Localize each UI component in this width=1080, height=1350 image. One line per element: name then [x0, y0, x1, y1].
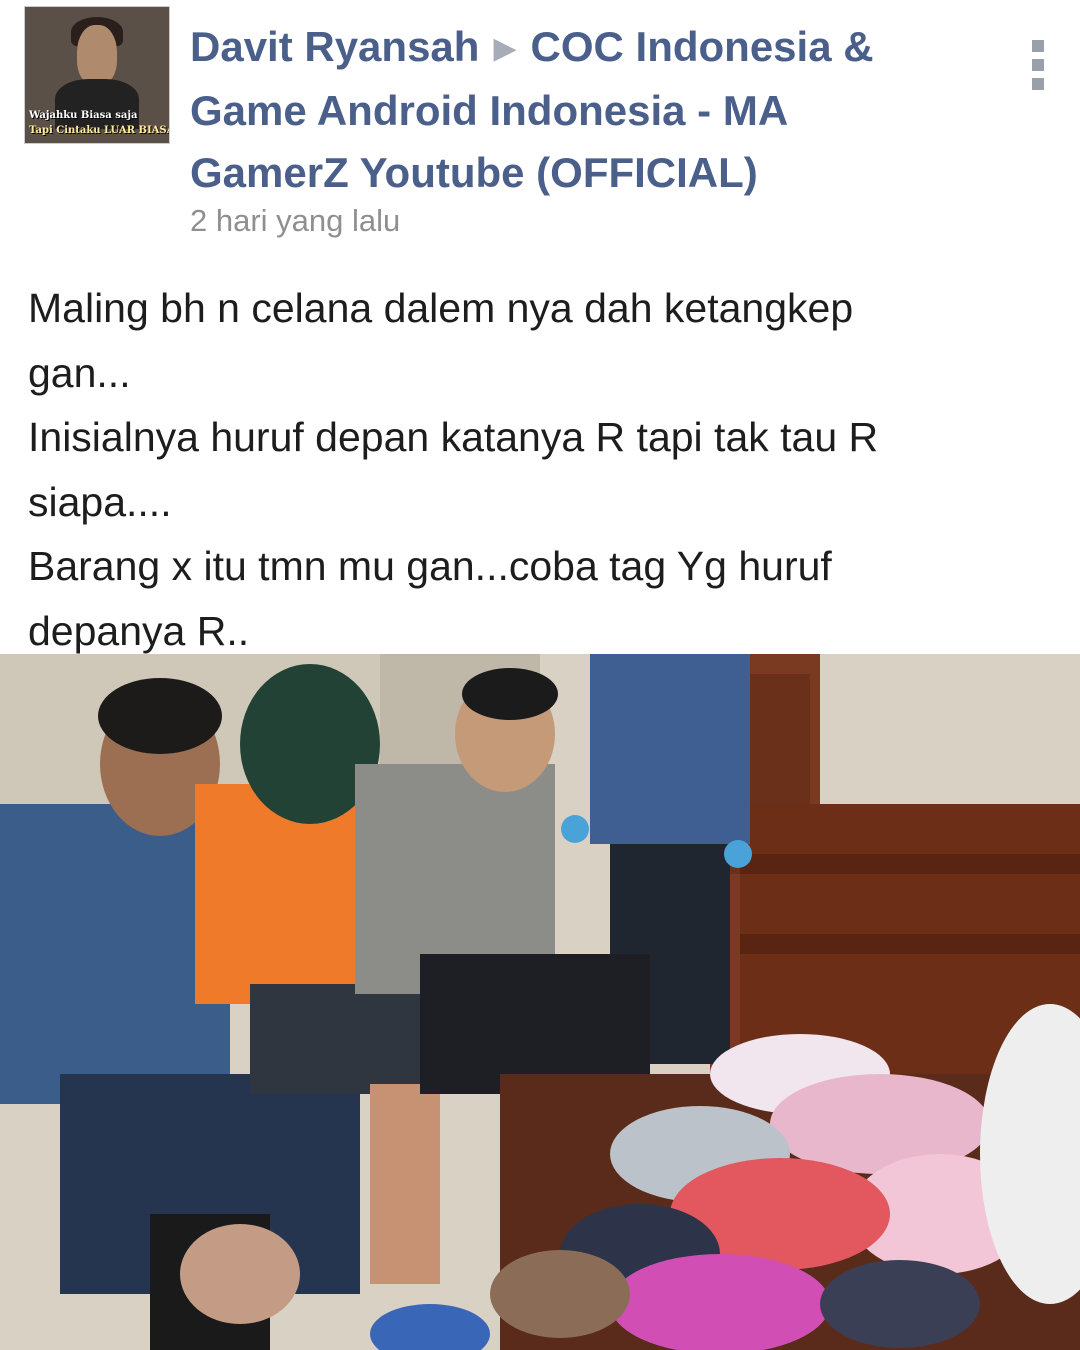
group-name-line3[interactable]: GamerZ Youtube (OFFICIAL) [190, 142, 990, 204]
post-text-line: Barang x itu tmn mu gan...coba tag Yg hu… [28, 543, 832, 589]
menu-dot [1032, 59, 1044, 71]
post-text-line: Inisialnya huruf depan katanya R tapi ta… [28, 414, 879, 460]
author-name-link[interactable]: Davit Ryansah [190, 23, 479, 70]
avatar-caption-line1: Wajahku Biasa saja [29, 110, 138, 121]
menu-dot [1032, 40, 1044, 52]
post-author-line: Davit Ryansah ▶ COC Indonesia & Game Andro… [190, 16, 990, 204]
post-text-line: Maling bh n celana dalem nya dah ketangk… [28, 285, 854, 331]
menu-dot [1032, 78, 1044, 90]
avatar-body [55, 79, 139, 129]
post-text-line: siapa.... [28, 478, 172, 525]
group-name-link[interactable]: COC Indonesia & [531, 23, 874, 70]
post-body-text: Maling bh n celana dalem nya dah ketangk… [28, 276, 1058, 663]
post-timestamp[interactable]: 2 hari yang lalu [190, 203, 400, 239]
more-options-icon[interactable] [1028, 40, 1048, 90]
arrow-right-icon: ▶ [493, 32, 517, 65]
avatar-caption-line2: Tapi Cintaku LUAR BIASA..!! [29, 125, 169, 136]
post-text-line: gan... [28, 349, 131, 396]
avatar-face [77, 25, 117, 85]
post-photo[interactable] [0, 654, 1080, 1350]
post-header: Wajahku Biasa saja Tapi Cintaku LUAR BIA… [0, 0, 1080, 260]
group-name-line2[interactable]: Game Android Indonesia - MA [190, 80, 990, 142]
author-avatar[interactable]: Wajahku Biasa saja Tapi Cintaku LUAR BIA… [24, 6, 170, 144]
photo-illustration [0, 654, 1080, 1350]
